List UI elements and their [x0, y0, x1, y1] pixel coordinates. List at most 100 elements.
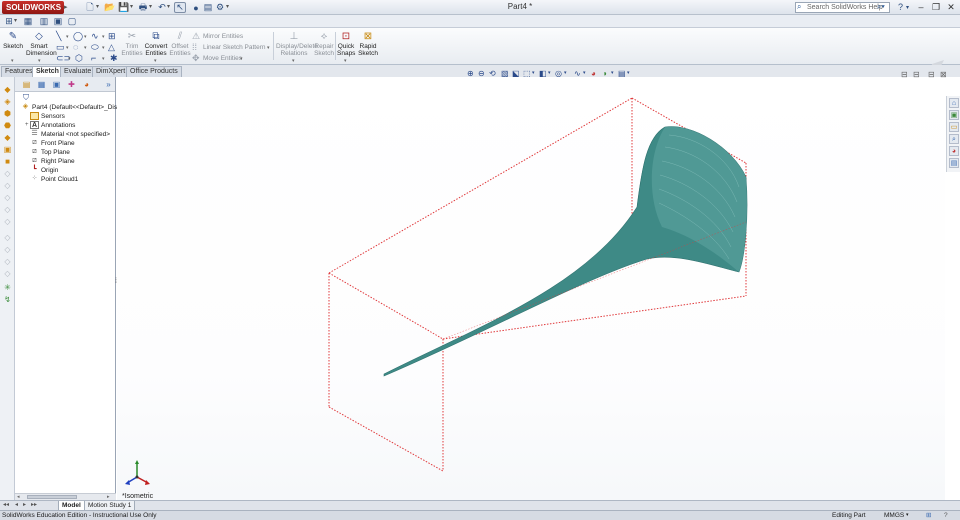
search-go-icon[interactable]: ⌕▾ — [877, 2, 885, 12]
view-settings-icon[interactable]: ▤ — [618, 68, 626, 79]
line-icon[interactable]: ╲ — [56, 31, 61, 42]
save-icon[interactable]: 💾 — [118, 2, 130, 13]
fillet-dropdown-icon[interactable]: ▾ — [102, 56, 105, 62]
loft-cut-icon[interactable]: ◇ — [2, 193, 13, 202]
tree-item-annotations[interactable]: A Annotations — [30, 121, 75, 130]
hide-show-items-icon[interactable]: ◎ — [555, 68, 562, 79]
tree-item-material[interactable]: ☰ Material <not specified> — [30, 130, 110, 139]
curves-icon[interactable]: ↯ — [2, 295, 13, 304]
help-icon[interactable]: ? — [898, 2, 903, 12]
custom-properties-icon[interactable]: ▤ — [949, 158, 959, 168]
sketch-relations-icon[interactable]: ∿ — [574, 68, 581, 79]
chamfer-icon[interactable]: ◇ — [2, 217, 13, 226]
relations-view-dropdown-icon[interactable]: ▾ — [583, 68, 586, 79]
tab-scroll-first-icon[interactable]: ◂◂ — [3, 501, 9, 508]
quick-tips-icon[interactable]: ? — [944, 511, 948, 520]
extrude-icon[interactable]: ◆ — [2, 85, 13, 94]
new-document-icon[interactable]: 🗋 — [84, 2, 96, 13]
line-dropdown-icon[interactable]: ▾ — [66, 34, 69, 40]
pattern-dropdown-icon[interactable]: ▾ — [267, 45, 270, 51]
pin-dropdown-icon[interactable]: ▾ — [14, 17, 17, 24]
expand-annotations-icon[interactable]: + — [25, 121, 29, 130]
display-style-dropdown-icon[interactable]: ▾ — [548, 68, 551, 79]
sketch-button[interactable]: ✎ Sketch — [3, 31, 23, 50]
cut-icon[interactable]: ▣ — [2, 145, 13, 154]
zoom-to-area-icon[interactable]: ⊖ — [478, 68, 485, 79]
open-icon[interactable]: 📂 — [104, 2, 116, 13]
view-orientation-dropdown-icon[interactable]: ▾ — [532, 68, 535, 79]
tree-item-origin[interactable]: ┗ Origin — [30, 166, 58, 175]
close-icon[interactable]: ✕ — [945, 1, 957, 13]
solidworks-logo[interactable]: SOLIDWORKS — [2, 1, 64, 14]
dimxpert-manager-tab-icon[interactable]: ✚ — [66, 79, 77, 90]
select-icon[interactable]: ↖ — [174, 2, 186, 13]
tree-item-top-plane[interactable]: ⧄ Top Plane — [30, 148, 70, 157]
expand-panel-icon[interactable]: » — [103, 79, 114, 90]
design-library-icon[interactable]: ▣ — [949, 110, 959, 120]
plane-icon[interactable]: △ — [108, 42, 115, 53]
circle-icon[interactable]: ◯ — [73, 31, 83, 42]
options-icon[interactable]: ⚙ — [214, 2, 226, 13]
mirror-entities-button[interactable]: Mirror Entities — [203, 31, 243, 42]
apply-scene-icon[interactable]: ◑ — [602, 68, 607, 79]
logo-menu-arrow-icon[interactable]: ▸ — [64, 2, 69, 13]
tree-item-front-plane[interactable]: ⧄ Front Plane — [30, 139, 74, 148]
rapid-sketch-button[interactable]: ⊠ Rapid Sketch — [358, 31, 378, 57]
panel-icon[interactable]: ▥ — [38, 16, 50, 27]
new-dropdown-icon[interactable]: ▾ — [96, 3, 99, 10]
tab-evaluate[interactable]: Evaluate — [60, 66, 96, 77]
rebuild-status-icon[interactable]: ⊞ — [926, 511, 931, 520]
quick-snaps-button[interactable]: ⊡ Quick Snaps — [337, 31, 355, 57]
revolve-cut-icon[interactable]: ◇ — [2, 169, 13, 178]
dome-icon[interactable]: ◇ — [2, 269, 13, 278]
trim-entities-button[interactable]: ✂ Trim Entities — [121, 31, 143, 57]
unit-system[interactable]: MMGS — [884, 511, 904, 520]
tab-sketch[interactable]: Sketch — [32, 66, 63, 77]
rib-icon[interactable]: ◇ — [2, 245, 13, 254]
layout-icon[interactable]: ▣ — [52, 16, 64, 27]
viewport-close-icon[interactable]: ⊠ — [940, 70, 947, 79]
file-properties-icon[interactable]: ▤ — [202, 2, 214, 13]
convert-entities-button[interactable]: ⧉ Convert Entities — [144, 31, 168, 57]
view-orientation-icon[interactable]: ⬚ — [523, 68, 531, 79]
search-help-input[interactable]: Search SolidWorks Help — [795, 2, 890, 13]
slot-dropdown-icon[interactable]: ▾ — [68, 56, 71, 62]
sketch-dropdown-icon[interactable]: ▾ — [11, 58, 14, 64]
boundary-icon[interactable]: ◆ — [2, 133, 13, 142]
hide-show-dropdown-icon[interactable]: ▾ — [564, 68, 567, 79]
scrollbar-thumb[interactable] — [27, 495, 77, 499]
offset-entities-button[interactable]: ⫽ Offset Entities — [169, 31, 191, 57]
section-view-icon[interactable]: ▧ — [501, 68, 509, 79]
appearances-icon[interactable]: ◕ — [949, 146, 959, 156]
ellipse-dropdown-icon[interactable]: ▾ — [102, 45, 105, 51]
print-icon[interactable]: 🖶 — [137, 2, 149, 13]
property-manager-tab-icon[interactable]: ▦ — [36, 79, 47, 90]
shell-icon[interactable]: ◇ — [2, 233, 13, 242]
undo-dropdown-icon[interactable]: ▾ — [167, 3, 170, 10]
feature-manager-scrollbar[interactable]: ◂ ▸ — [15, 493, 116, 500]
file-explorer-icon[interactable]: ▭ — [949, 122, 959, 132]
tab-scroll-prev-icon[interactable]: ◂ — [15, 501, 18, 508]
display-style-icon[interactable]: ◧ — [539, 68, 547, 79]
spline-dropdown-icon[interactable]: ▾ — [102, 34, 105, 40]
sketch-text-icon[interactable]: ⊞ — [108, 31, 116, 42]
point-cloud-model[interactable] — [383, 126, 748, 377]
tab-dimxpert[interactable]: DimXpert — [92, 66, 130, 77]
viewport-minimize-icon[interactable]: ⊟ — [928, 70, 935, 79]
restore-icon[interactable]: ❐ — [930, 1, 942, 13]
window-icon[interactable]: ▢ — [66, 16, 78, 27]
viewport-split-icon[interactable]: ⊟ — [901, 70, 908, 79]
print-dropdown-icon[interactable]: ▾ — [149, 3, 152, 10]
help-dropdown-icon[interactable]: ▾ — [906, 4, 909, 11]
arc-dropdown-icon[interactable]: ▾ — [84, 45, 87, 51]
arc-icon[interactable]: ◌ — [73, 42, 78, 53]
snaps-dropdown-icon[interactable]: ▾ — [344, 58, 347, 64]
edit-appearance-icon[interactable]: ◕ — [591, 68, 596, 79]
reference-geometry-icon[interactable]: ✳ — [2, 283, 13, 292]
hole-icon[interactable]: ■ — [2, 157, 13, 166]
customize-icon[interactable]: ▦ — [22, 16, 34, 27]
spline-icon[interactable]: ∿ — [91, 31, 99, 42]
resources-icon[interactable]: ⌂ — [949, 98, 959, 108]
units-dropdown-icon[interactable]: ▾ — [906, 511, 909, 520]
linear-pattern-button[interactable]: Linear Sketch Pattern — [203, 42, 266, 53]
